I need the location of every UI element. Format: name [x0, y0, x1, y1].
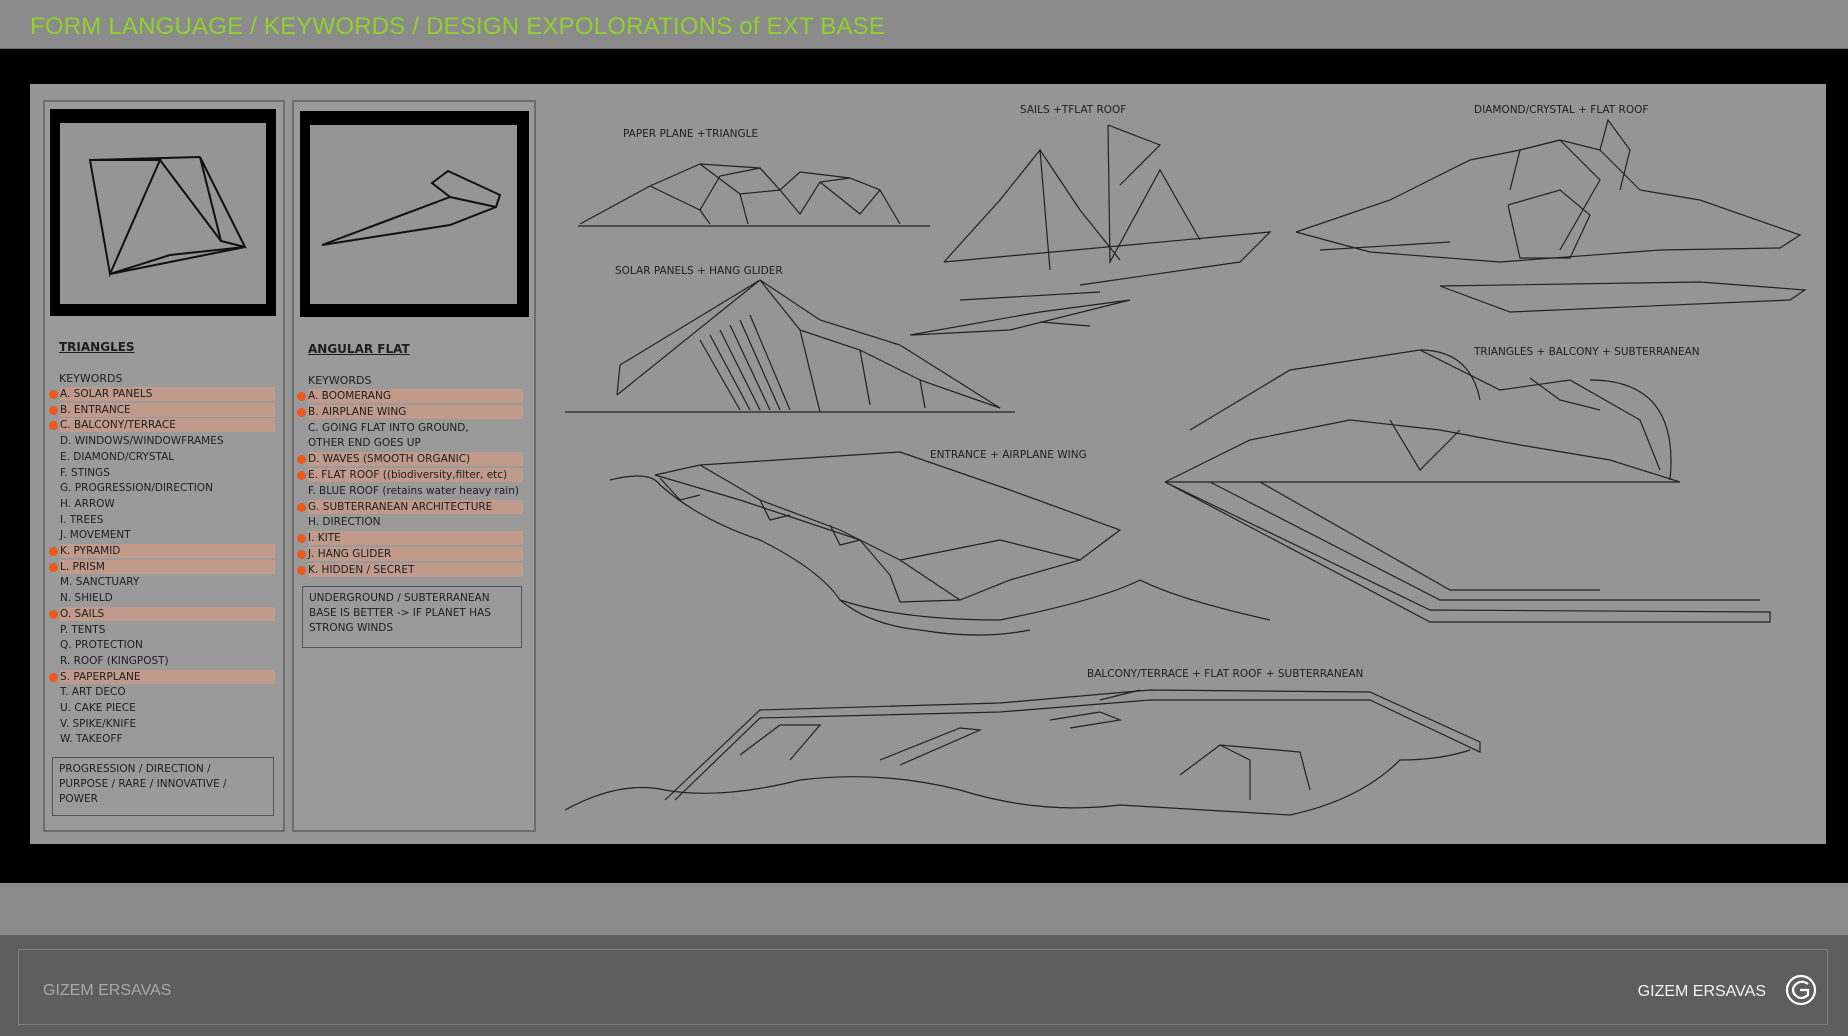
- sketch-diamond: [1295, 118, 1807, 313]
- sketch-triangles-balcony: [1164, 349, 1771, 623]
- footer-frame: [18, 949, 1828, 1025]
- architecture-sketches: [564, 118, 1807, 816]
- sketch-solar: [565, 279, 1015, 413]
- lower-band: [0, 883, 1848, 935]
- footer: GIZEM ERSAVAS GIZEM ERSAVAS: [0, 935, 1848, 1036]
- sketch-sails: [909, 124, 1272, 336]
- sketch-balcony: [564, 689, 1481, 816]
- brand-name: GIZEM ERSAVAS: [1637, 983, 1766, 1000]
- brand-logo-icon: [1785, 974, 1817, 1006]
- author-name: GIZEM ERSAVAS: [43, 982, 172, 999]
- sketch-paper-plane: [578, 163, 930, 227]
